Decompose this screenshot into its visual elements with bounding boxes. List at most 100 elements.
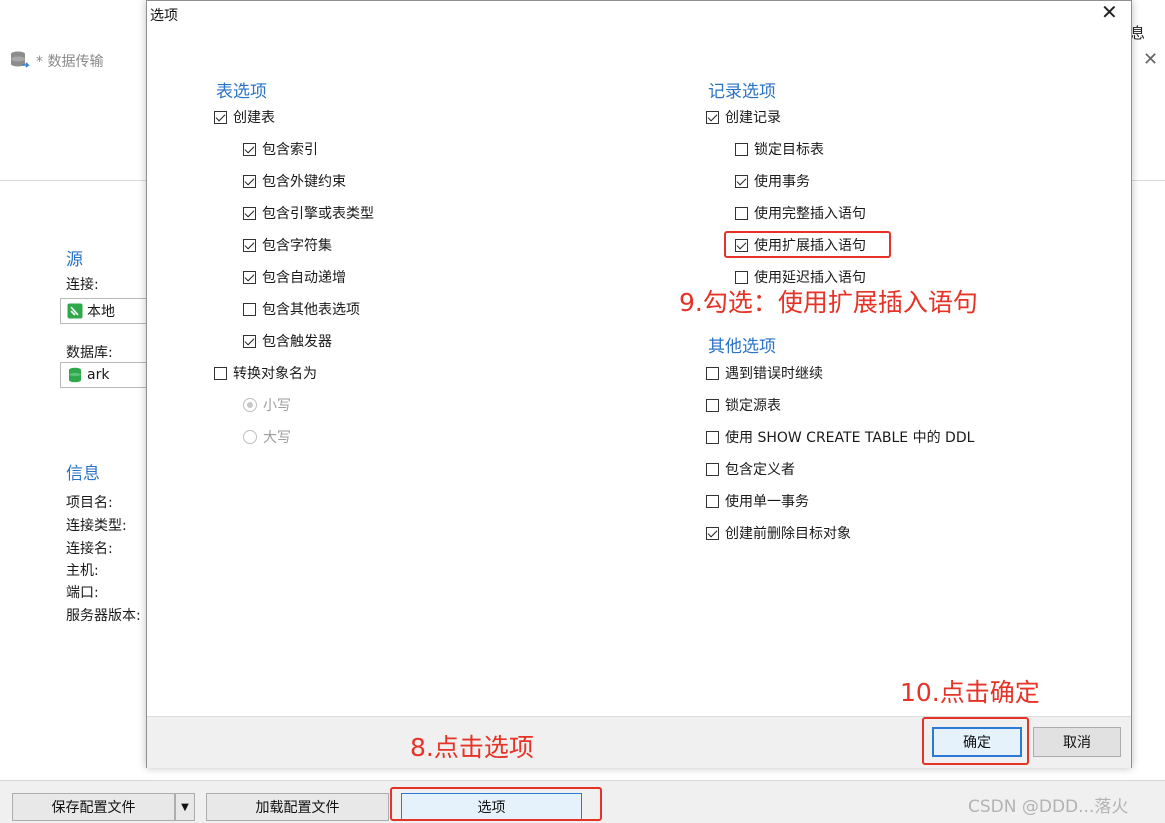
highlight-ok-button (922, 717, 1029, 765)
uppercase-radio[interactable]: 大写 (243, 427, 291, 447)
use-transaction-checkbox[interactable]: 使用事务 (735, 171, 810, 191)
include-engine-checkbox[interactable]: 包含引擎或表类型 (243, 203, 374, 223)
dropdown-arrow-icon: ▼ (181, 801, 189, 813)
highlight-extended-insert (724, 231, 891, 258)
option-label: 包含其他表选项 (262, 302, 360, 318)
include-auto-increment-checkbox[interactable]: 包含自动递增 (243, 267, 346, 287)
option-label: 创建前删除目标对象 (725, 526, 851, 542)
checkbox-box[interactable] (243, 334, 256, 348)
option-label: 使用完整插入语句 (754, 206, 866, 222)
database-select[interactable]: ark (60, 362, 150, 388)
table-options-title: 表选项 (216, 82, 267, 102)
option-label: 创建表 (233, 110, 275, 126)
complete-insert-checkbox[interactable]: 使用完整插入语句 (735, 203, 866, 223)
create-table-checkbox[interactable]: 创建表 (214, 107, 275, 127)
checkbox-box[interactable] (706, 526, 719, 540)
include-other-table-options-checkbox[interactable]: 包含其他表选项 (243, 299, 360, 319)
source-section-title: 源 (66, 250, 83, 270)
option-label: 大写 (263, 430, 291, 446)
option-label: 使用事务 (754, 174, 810, 190)
drop-target-objects-checkbox[interactable]: 创建前删除目标对象 (706, 523, 851, 543)
annotation-step-10: 10.点击确定 (900, 678, 1040, 707)
connection-select[interactable]: 本地 (60, 298, 150, 324)
info-label: 端口: (66, 585, 99, 601)
cancel-button[interactable]: 取消 (1033, 727, 1121, 757)
options-dialog (146, 0, 1132, 768)
lock-target-table-checkbox[interactable]: 锁定目标表 (735, 139, 824, 159)
record-options-title: 记录选项 (708, 82, 776, 102)
checkbox-box[interactable] (243, 238, 256, 252)
highlight-options-button (390, 787, 602, 821)
option-label: 包含定义者 (725, 462, 795, 478)
info-label: 主机: (66, 563, 99, 579)
include-foreign-keys-checkbox[interactable]: 包含外键约束 (243, 171, 346, 191)
checkbox-box[interactable] (706, 398, 719, 412)
annotation-step-8: 8.点击选项 (410, 733, 534, 762)
other-options-title: 其他选项 (708, 337, 776, 357)
checkbox-box[interactable] (706, 110, 719, 124)
database-value: ark (87, 367, 110, 383)
checkbox-box[interactable] (243, 270, 256, 284)
checkbox-box[interactable] (706, 494, 719, 508)
single-transaction-checkbox[interactable]: 使用单一事务 (706, 491, 809, 511)
info-label: 服务器版本: (66, 608, 141, 624)
checkbox-box[interactable] (243, 142, 256, 156)
create-records-checkbox[interactable]: 创建记录 (706, 107, 781, 127)
info-label: 连接类型: (66, 518, 127, 534)
use-show-create-ddl-checkbox[interactable]: 使用 SHOW CREATE TABLE 中的 DDL (706, 427, 974, 447)
include-charset-checkbox[interactable]: 包含字符集 (243, 235, 332, 255)
lock-source-table-checkbox[interactable]: 锁定源表 (706, 395, 781, 415)
watermark: CSDN @DDD...落火 (968, 797, 1129, 817)
save-config-dropdown[interactable]: ▼ (175, 793, 195, 821)
option-label: 创建记录 (725, 110, 781, 126)
option-label: 包含外键约束 (262, 174, 346, 190)
radio-circle[interactable] (243, 398, 257, 412)
dialog-title: 选项 (150, 8, 178, 24)
database-label: 数据库: (66, 345, 113, 361)
checkbox-box[interactable] (735, 270, 748, 284)
radio-circle[interactable] (243, 430, 257, 444)
option-label: 包含索引 (262, 142, 318, 158)
connection-value: 本地 (87, 304, 115, 320)
include-definer-checkbox[interactable]: 包含定义者 (706, 459, 795, 479)
connection-label: 连接: (66, 277, 99, 293)
option-label: 转换对象名为 (233, 366, 317, 382)
checkbox-box[interactable] (214, 110, 227, 124)
checkbox-box[interactable] (243, 174, 256, 188)
info-section-title: 信息 (66, 464, 100, 484)
background-top-text: 息 (1130, 24, 1146, 42)
checkbox-box[interactable] (706, 430, 719, 444)
dialog-close-icon[interactable]: ✕ (1101, 2, 1118, 22)
option-label: 锁定源表 (725, 398, 781, 414)
include-triggers-checkbox[interactable]: 包含触发器 (243, 331, 332, 351)
info-label: 项目名: (66, 495, 113, 511)
window-close-icon[interactable]: ✕ (1143, 49, 1158, 70)
checkbox-box[interactable] (706, 462, 719, 476)
option-label: 包含自动递增 (262, 270, 346, 286)
window-title: * 数据传输 (36, 54, 104, 70)
option-label: 锁定目标表 (754, 142, 824, 158)
save-config-button[interactable]: 保存配置文件 (12, 793, 175, 821)
option-label: 遇到错误时继续 (725, 366, 823, 382)
checkbox-box[interactable] (243, 302, 256, 316)
option-label: 包含触发器 (262, 334, 332, 350)
include-index-checkbox[interactable]: 包含索引 (243, 139, 318, 159)
convert-names-checkbox[interactable]: 转换对象名为 (214, 363, 317, 383)
checkbox-box[interactable] (735, 206, 748, 220)
option-label: 包含字符集 (262, 238, 332, 254)
checkbox-box[interactable] (735, 142, 748, 156)
checkbox-box[interactable] (706, 366, 719, 380)
option-label: 包含引擎或表类型 (262, 206, 374, 222)
database-icon (69, 367, 81, 383)
option-label: 使用单一事务 (725, 494, 809, 510)
option-label: 小写 (263, 398, 291, 414)
annotation-step-9: 9.勾选：使用扩展插入语句 (679, 288, 978, 317)
lowercase-radio[interactable]: 小写 (243, 395, 291, 415)
checkbox-box[interactable] (243, 206, 256, 220)
checkbox-box[interactable] (214, 366, 227, 380)
checkbox-box[interactable] (735, 174, 748, 188)
load-config-button[interactable]: 加载配置文件 (206, 793, 389, 821)
connection-icon (67, 303, 83, 319)
continue-on-error-checkbox[interactable]: 遇到错误时继续 (706, 363, 823, 383)
database-transfer-icon (11, 51, 30, 68)
